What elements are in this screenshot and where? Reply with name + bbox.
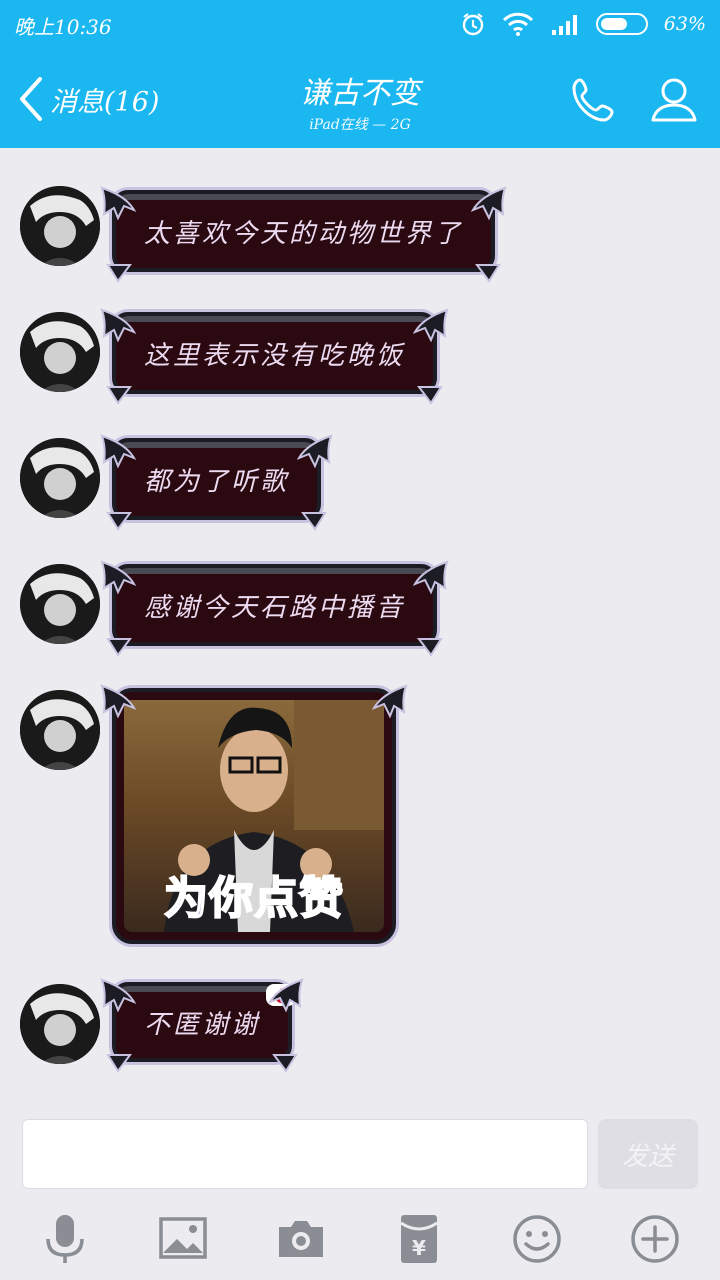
bubble-tail-right-icon — [417, 634, 443, 657]
bubble-wing-left-icon — [100, 682, 137, 722]
bubble-wing-left-icon — [100, 306, 137, 346]
online-status: iPad在线 — 2G — [309, 117, 411, 133]
avatar[interactable] — [20, 186, 100, 266]
battery-percent: 63% — [663, 13, 706, 35]
bubble-wing-right-icon — [296, 432, 333, 472]
phone-icon[interactable] — [568, 74, 620, 126]
bubble-tail-left-icon — [106, 260, 132, 283]
status-bar: 晚上10:36 63% — [0, 0, 720, 48]
avatar[interactable] — [20, 690, 100, 770]
chat-area[interactable]: 太喜欢今天的动物世界了 这里表示没有吃晚饭 都为了听歌 感谢今天石路中播音 为你… — [0, 148, 720, 1103]
red-packet-icon[interactable]: ¥ — [393, 1213, 445, 1265]
bubble-wing-right-icon — [412, 558, 449, 598]
input-bar: 发送 ¥ — [0, 1103, 720, 1280]
avatar[interactable] — [20, 438, 100, 518]
sticker-image: 为你点赞 — [124, 700, 384, 932]
status-time: 晚上10:36 — [14, 15, 112, 39]
mic-icon[interactable] — [39, 1213, 91, 1265]
message-text: 太喜欢今天的动物世界了 — [144, 218, 464, 249]
bubble-tail-left-icon — [106, 1050, 132, 1073]
emoji-icon[interactable] — [511, 1213, 563, 1265]
chat-title-block[interactable]: 谦古不变 iPad在线 — 2G — [200, 68, 520, 134]
message-text: 感谢今天石路中播音 — [144, 592, 406, 623]
back-label: 消息(16) — [50, 86, 160, 118]
bubble-wing-left-icon — [100, 558, 137, 598]
bubble-wing-right-icon — [267, 976, 304, 1016]
wifi-icon — [502, 12, 533, 36]
bubble-wing-left-icon — [100, 184, 137, 224]
chat-title: 谦古不变 — [300, 76, 420, 111]
send-button[interactable]: 发送 — [598, 1119, 698, 1189]
bubble-wing-right-icon — [470, 184, 507, 224]
image-icon[interactable] — [157, 1213, 209, 1265]
message-bubble[interactable]: 太喜欢今天的动物世界了 — [100, 186, 507, 283]
message-input[interactable] — [22, 1119, 588, 1189]
bubble-tail-left-icon — [106, 634, 132, 657]
bubble-wing-right-icon — [371, 682, 408, 722]
bubble-tail-left-icon — [106, 508, 132, 531]
sticker-caption: 为你点赞 — [163, 872, 344, 925]
profile-icon[interactable] — [648, 74, 700, 126]
bubble-tail-right-icon — [417, 382, 443, 405]
message-bubble[interactable]: 都为了听歌 — [100, 434, 333, 531]
camera-icon[interactable] — [275, 1213, 327, 1265]
message-text: 都为了听歌 — [144, 466, 290, 497]
alarm-icon — [462, 13, 483, 36]
signal-icon — [551, 15, 577, 35]
message-text: 不匿谢谢 — [144, 1009, 261, 1040]
message-bubble[interactable]: 不匿谢谢 — [100, 978, 304, 1073]
bubble-tail-right-icon — [272, 1050, 298, 1073]
plus-icon[interactable] — [629, 1213, 681, 1265]
avatar[interactable] — [20, 312, 100, 392]
battery-icon — [595, 13, 648, 35]
bubble-wing-left-icon — [100, 432, 137, 472]
avatar[interactable] — [20, 564, 100, 644]
status-icons: 63% — [460, 8, 706, 40]
avatar[interactable] — [20, 984, 100, 1064]
message-text: 这里表示没有吃晚饭 — [144, 340, 406, 371]
top-bar: 晚上10:36 63% 消息(16) 谦古不变 iPad在线 — 2G — [0, 0, 720, 148]
message-bubble[interactable]: 感谢今天石路中播音 — [100, 560, 449, 657]
back-button[interactable]: 消息(16) — [18, 76, 159, 122]
chevron-left-icon — [20, 77, 42, 121]
bubble-tail-right-icon — [301, 508, 327, 531]
toolbar: ¥ — [0, 1213, 720, 1273]
bubble-tail-left-icon — [106, 382, 132, 405]
sticker-bubble[interactable]: 为你点赞 — [100, 684, 408, 944]
message-bubble[interactable]: 这里表示没有吃晚饭 — [100, 308, 449, 405]
bubble-wing-right-icon — [412, 306, 449, 346]
bubble-tail-right-icon — [475, 260, 501, 283]
svg-text:¥: ¥ — [412, 1236, 426, 1260]
nav-bar: 消息(16) 谦古不变 iPad在线 — 2G — [0, 52, 720, 148]
bubble-wing-left-icon — [100, 976, 137, 1016]
